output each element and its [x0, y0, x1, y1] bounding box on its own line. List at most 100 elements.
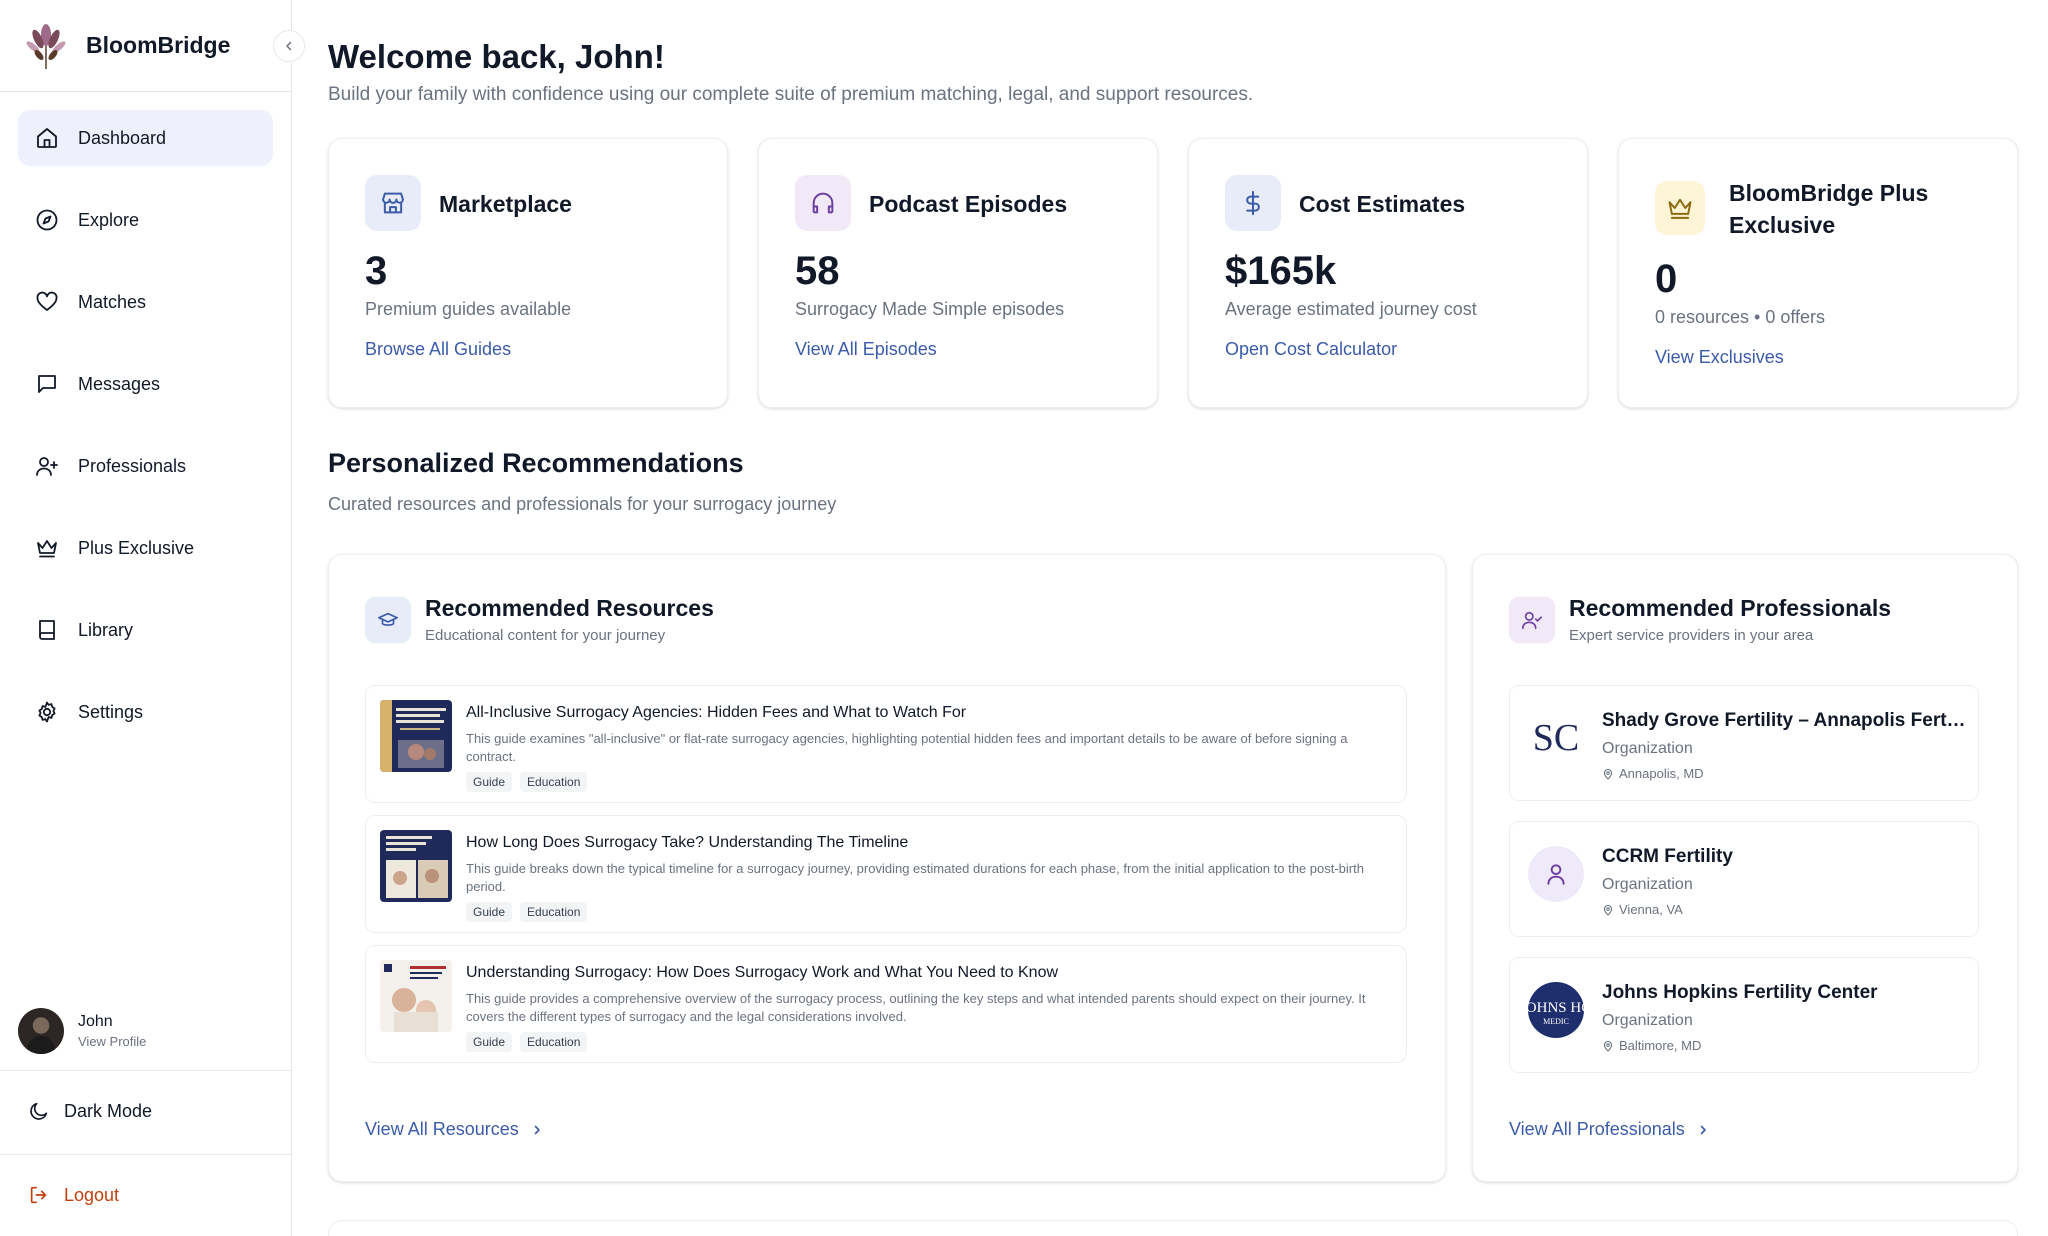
next-section-card	[328, 1220, 2018, 1236]
resource-item[interactable]: All-Inclusive Surrogacy Agencies: Hidden…	[365, 685, 1407, 803]
logout-button[interactable]: Logout	[28, 1184, 119, 1206]
browse-all-guides-link[interactable]: Browse All Guides	[365, 339, 511, 360]
message-icon	[34, 371, 60, 397]
location-text: Vienna, VA	[1619, 902, 1683, 917]
resource-title: Understanding Surrogacy: How Does Surrog…	[466, 964, 1059, 981]
professional-item[interactable]: SC Shady Grove Fertility – Annapolis Fer…	[1509, 685, 1979, 801]
divider	[0, 1070, 292, 1071]
stat-title: Cost Estimates	[1299, 191, 1466, 217]
dollar-icon	[1225, 175, 1281, 231]
plus-exclusive-card: BloomBridge Plus Exclusive 0 0 resources…	[1618, 138, 2018, 408]
resource-title: How Long Does Surrogacy Take? Understand…	[466, 834, 909, 851]
user-avatar-icon	[1528, 846, 1584, 902]
map-pin-icon	[1602, 768, 1614, 780]
tag-badge: Education	[520, 1032, 588, 1052]
view-all-resources-link[interactable]: View All Resources	[365, 1119, 543, 1140]
johns-hopkins-logo-icon: JOHNS HO MEDIC	[1528, 982, 1584, 1038]
sidebar-item-professionals[interactable]: Professionals	[18, 438, 273, 494]
moon-icon	[28, 1100, 50, 1122]
open-cost-calculator-link[interactable]: Open Cost Calculator	[1225, 339, 1397, 360]
recommended-professionals-panel: Recommended Professionals Expert service…	[1472, 554, 2018, 1182]
panel-subtitle: Expert service providers in your area	[1569, 627, 1814, 644]
sidebar-item-label: Settings	[78, 701, 144, 722]
professional-location: Vienna, VA	[1602, 902, 1683, 917]
logout-icon	[28, 1184, 50, 1206]
page-title: Welcome back, John!	[328, 38, 665, 75]
sidebar-item-matches[interactable]: Matches	[18, 274, 273, 330]
user-plus-icon	[34, 453, 60, 479]
svg-text:MEDIC: MEDIC	[1543, 1017, 1569, 1026]
sidebar-item-library[interactable]: Library	[18, 602, 273, 658]
brand-name: BloomBridge	[86, 32, 231, 58]
chevron-right-icon	[1697, 1124, 1709, 1136]
brand: BloomBridge	[0, 0, 305, 92]
view-profile-link[interactable]: View Profile	[78, 1034, 146, 1049]
professional-item[interactable]: JOHNS HO MEDIC Johns Hopkins Fertility C…	[1509, 957, 1979, 1073]
stat-value: 58	[795, 249, 840, 293]
resource-item[interactable]: Understanding Surrogacy: How Does Surrog…	[365, 945, 1407, 1063]
marketplace-card: Marketplace 3 Premium guides available B…	[328, 138, 728, 408]
resource-title: All-Inclusive Surrogacy Agencies: Hidden…	[466, 704, 967, 721]
tag-badge: Education	[520, 902, 588, 922]
tag-badge: Guide	[466, 772, 513, 792]
section-title: Personalized Recommendations	[328, 448, 744, 478]
location-text: Baltimore, MD	[1619, 1038, 1702, 1053]
sidebar-item-dashboard[interactable]: Dashboard	[18, 110, 273, 166]
professional-location: Baltimore, MD	[1602, 1038, 1701, 1053]
flower-logo-icon[interactable]	[26, 21, 66, 71]
view-all-episodes-link[interactable]: View All Episodes	[795, 339, 937, 360]
stat-title: Podcast Episodes	[869, 191, 1068, 217]
home-icon	[34, 125, 60, 151]
chevron-left-icon	[286, 41, 292, 51]
compass-icon	[34, 207, 60, 233]
cost-estimates-card: Cost Estimates $165k Average estimated j…	[1188, 138, 1588, 408]
sidebar-item-plus-exclusive[interactable]: Plus Exclusive	[18, 520, 273, 576]
sidebar-item-label: Messages	[78, 373, 161, 394]
page-subtitle: Build your family with confidence using …	[328, 84, 1254, 105]
stat-desc: Surrogacy Made Simple episodes	[795, 299, 1065, 319]
sidebar-item-explore[interactable]: Explore	[18, 192, 273, 248]
store-icon	[365, 175, 421, 231]
graduation-cap-icon	[365, 597, 411, 643]
svg-text:SC: SC	[1533, 717, 1579, 759]
stat-desc: Average estimated journey cost	[1225, 299, 1477, 319]
heart-icon	[34, 289, 60, 315]
collapse-sidebar-button[interactable]	[273, 30, 305, 62]
link-label: View All Professionals	[1509, 1119, 1685, 1139]
professional-item[interactable]: CCRM Fertility Organization Vienna, VA	[1509, 821, 1979, 937]
view-all-professionals-link[interactable]: View All Professionals	[1509, 1119, 1709, 1140]
view-exclusives-link[interactable]: View Exclusives	[1655, 347, 1784, 368]
professional-name: Shady Grove Fertility – Annapolis Fertil…	[1602, 710, 1966, 731]
gear-icon	[34, 699, 60, 725]
sidebar-item-label: Plus Exclusive	[78, 537, 195, 558]
crown-icon	[1655, 181, 1705, 235]
avatar	[18, 1008, 64, 1054]
tag-badge: Education	[520, 772, 588, 792]
sidebar-item-label: Dashboard	[78, 127, 167, 148]
podcast-card: Podcast Episodes 58 Surrogacy Made Simpl…	[758, 138, 1158, 408]
professional-name: CCRM Fertility	[1602, 846, 1733, 867]
svg-text:JOHNS HO: JOHNS HO	[1528, 1000, 1584, 1016]
tag-badge: Guide	[466, 902, 513, 922]
panel-subtitle: Educational content for your journey	[425, 627, 666, 644]
sidebar-nav: Dashboard Explore Matches Messages Profe…	[0, 92, 291, 740]
sidebar-item-settings[interactable]: Settings	[18, 684, 273, 740]
sidebar-item-label: Explore	[78, 209, 140, 230]
sidebar-item-label: Library	[78, 619, 134, 640]
sidebar-item-label: Professionals	[78, 455, 187, 476]
map-pin-icon	[1602, 904, 1614, 916]
professional-name: Johns Hopkins Fertility Center	[1602, 982, 1878, 1003]
resource-item[interactable]: How Long Does Surrogacy Take? Understand…	[365, 815, 1407, 933]
stat-desc: Premium guides available	[365, 299, 572, 319]
sidebar: BloomBridge Dashboard Explore Matches Me…	[0, 0, 305, 1236]
panel-title: Recommended Resources	[425, 595, 714, 621]
profile-link[interactable]: John View Profile	[18, 1008, 146, 1054]
book-icon	[34, 617, 60, 643]
stat-value: 0	[1655, 257, 1678, 301]
professional-type: Organization	[1602, 740, 1693, 757]
professional-type: Organization	[1602, 1012, 1693, 1029]
sidebar-item-messages[interactable]: Messages	[18, 356, 273, 412]
stat-title: Marketplace	[439, 191, 572, 217]
dark-mode-toggle[interactable]: Dark Mode	[28, 1100, 152, 1122]
resource-description: This guide breaks down the typical timel…	[466, 861, 1364, 894]
